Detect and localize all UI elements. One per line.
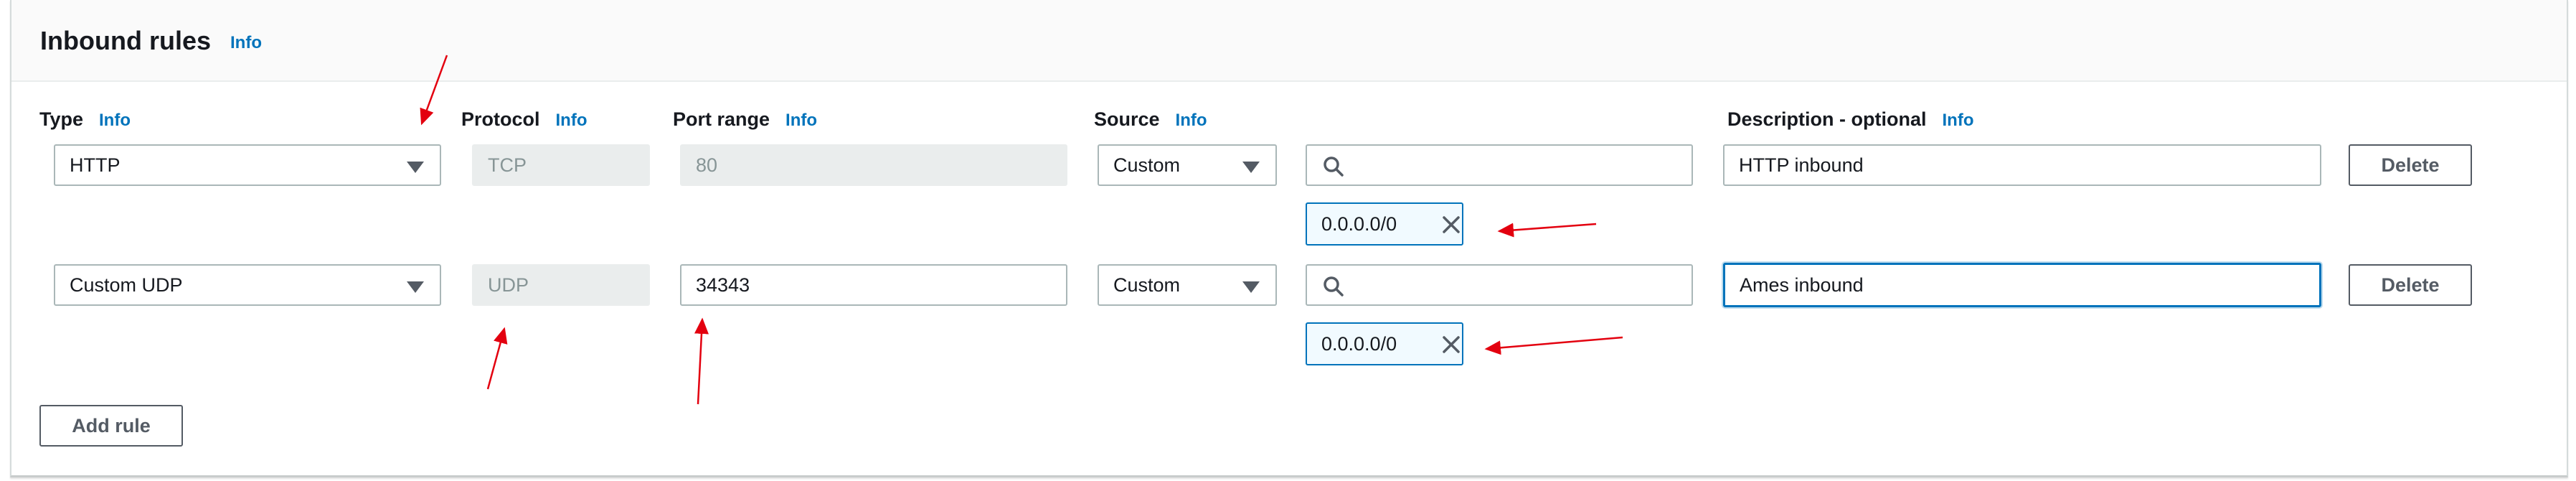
annotation-arrows bbox=[420, 55, 1623, 405]
annotation-arrow-protocol bbox=[486, 327, 508, 390]
annotation-arrow-cidr-2 bbox=[1484, 336, 1623, 355]
annotation-arrow-port bbox=[694, 317, 709, 405]
annotation-arrow-cidr-1 bbox=[1497, 223, 1597, 238]
annotation-arrow-type bbox=[420, 55, 448, 126]
